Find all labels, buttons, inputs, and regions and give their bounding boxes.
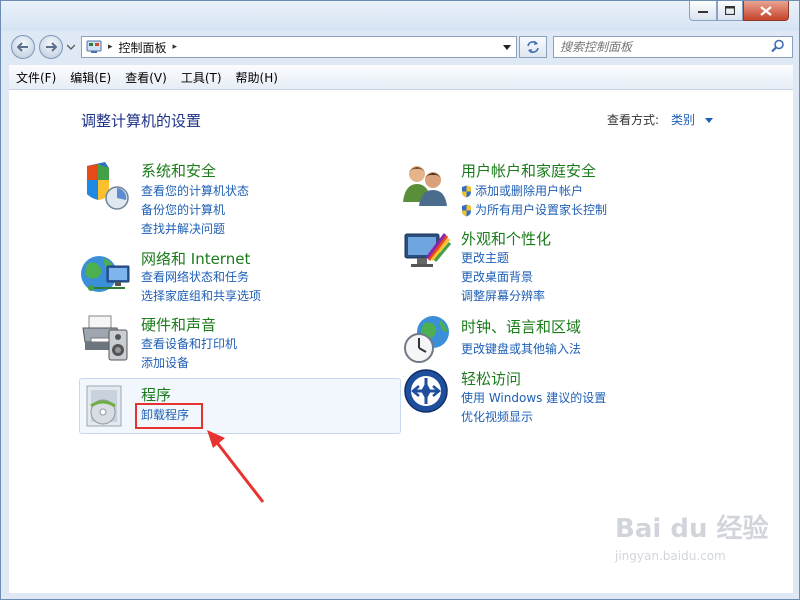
chevron-down-icon[interactable] [503, 45, 511, 50]
link-check-computer-status[interactable]: 查看您的计算机状态 [141, 182, 249, 199]
control-panel-icon [86, 40, 102, 53]
printer-speaker-icon [82, 315, 128, 361]
forward-button[interactable] [39, 35, 63, 59]
close-button[interactable] [743, 1, 789, 21]
network-globe-icon [81, 256, 130, 292]
breadcrumb-control-panel[interactable]: 控制面板 [119, 39, 167, 56]
link-parental-controls-label: 为所有用户设置家长控制 [475, 203, 608, 217]
breadcrumb-separator-end[interactable]: ▸ [173, 42, 178, 52]
red-arrow-annotation [207, 430, 265, 503]
close-icon [760, 5, 772, 16]
recent-pages-icon[interactable] [67, 44, 75, 50]
ease-of-access-icon [404, 369, 448, 413]
search-icon[interactable] [771, 39, 785, 53]
baidu-watermark: Bai du 经验 jingyan.baidu.com [615, 508, 769, 588]
link-add-device[interactable]: 添加设备 [141, 354, 189, 371]
category-title-user-accounts[interactable]: 用户帐户和家庭安全 [461, 160, 596, 181]
link-change-theme[interactable]: 更改主题 [461, 249, 509, 266]
page-title: 调整计算机的设置 [81, 112, 202, 130]
view-by-label: 查看方式: [607, 113, 660, 127]
category-title-ease-of-access[interactable]: 轻松访问 [461, 368, 521, 389]
category-title-system-security[interactable]: 系统和安全 [141, 160, 216, 181]
menu-help[interactable]: 帮助(H) [229, 69, 285, 86]
minimize-button[interactable] [689, 1, 717, 21]
system-security-icon [87, 162, 129, 210]
link-devices-printers[interactable]: 查看设备和打印机 [141, 335, 237, 352]
appearance-monitor-icon [404, 233, 451, 267]
category-title-network-internet[interactable]: 网络和 Internet [141, 248, 250, 269]
breadcrumb-separator[interactable]: ▸ [108, 42, 113, 52]
maximize-icon [725, 6, 735, 15]
category-title-hardware-sound[interactable]: 硬件和声音 [141, 314, 216, 335]
menu-bar: 文件(F) 编辑(E) 查看(V) 工具(T) 帮助(H) [9, 65, 793, 90]
clock-globe-icon [404, 316, 449, 363]
control-panel-window: ▸ 控制面板 ▸ 文件(F) 编辑(E) 查看(V) 工具(T) 帮助(H) 调… [0, 0, 800, 600]
link-add-remove-accounts[interactable]: 添加或删除用户帐户 [461, 182, 583, 199]
link-adjust-resolution[interactable]: 调整屏幕分辨率 [461, 287, 545, 304]
category-title-programs[interactable]: 程序 [141, 384, 171, 405]
navigation-bar: ▸ 控制面板 ▸ [1, 31, 799, 65]
watermark-brand: Bai du 经验 [615, 514, 769, 544]
search-input[interactable] [553, 36, 793, 58]
menu-tools[interactable]: 工具(T) [174, 69, 229, 86]
menu-view[interactable]: 查看(V) [118, 69, 174, 86]
menu-file[interactable]: 文件(F) [9, 69, 63, 86]
link-windows-recommended-settings[interactable]: 使用 Windows 建议的设置 [461, 389, 606, 406]
link-change-desktop-background[interactable]: 更改桌面背景 [461, 268, 533, 285]
uninstall-highlight-box [135, 403, 203, 429]
uac-shield-icon [462, 204, 471, 217]
uac-shield-icon [462, 185, 471, 198]
programs-icon [86, 385, 122, 427]
arrow-right-icon [46, 42, 57, 52]
category-title-appearance[interactable]: 外观和个性化 [461, 228, 551, 249]
view-by-dropdown[interactable]: 类别 [671, 111, 713, 128]
refresh-icon [527, 41, 539, 53]
link-change-keyboard-input[interactable]: 更改键盘或其他输入法 [461, 340, 581, 357]
chevron-down-icon [704, 118, 713, 123]
menu-edit[interactable]: 编辑(E) [63, 69, 118, 86]
title-bar[interactable] [1, 1, 799, 31]
view-by-value: 类别 [671, 113, 696, 127]
link-homegroup-sharing[interactable]: 选择家庭组和共享选项 [141, 287, 261, 304]
category-title-clock-language-region[interactable]: 时钟、语言和区域 [461, 316, 581, 337]
link-network-status-tasks[interactable]: 查看网络状态和任务 [141, 268, 249, 285]
link-backup-computer[interactable]: 备份您的计算机 [141, 201, 225, 218]
maximize-button[interactable] [717, 1, 743, 21]
minimize-icon [698, 10, 708, 13]
link-troubleshoot[interactable]: 查找并解决问题 [141, 220, 225, 237]
link-optimize-visual-display[interactable]: 优化视频显示 [461, 408, 533, 425]
refresh-button[interactable] [519, 36, 547, 58]
address-bar[interactable]: ▸ 控制面板 ▸ [81, 36, 517, 58]
content-area: 调整计算机的设置 查看方式: 类别 系统和安全 查看您的计算机状态 备份您的计算… [9, 90, 793, 593]
watermark-url: jingyan.baidu.com [615, 549, 726, 563]
back-button[interactable] [11, 35, 35, 59]
link-add-remove-accounts-label: 添加或删除用户帐户 [475, 184, 584, 198]
link-parental-controls[interactable]: 为所有用户设置家长控制 [461, 201, 607, 218]
arrow-left-icon [17, 42, 28, 52]
users-icon [403, 166, 447, 206]
